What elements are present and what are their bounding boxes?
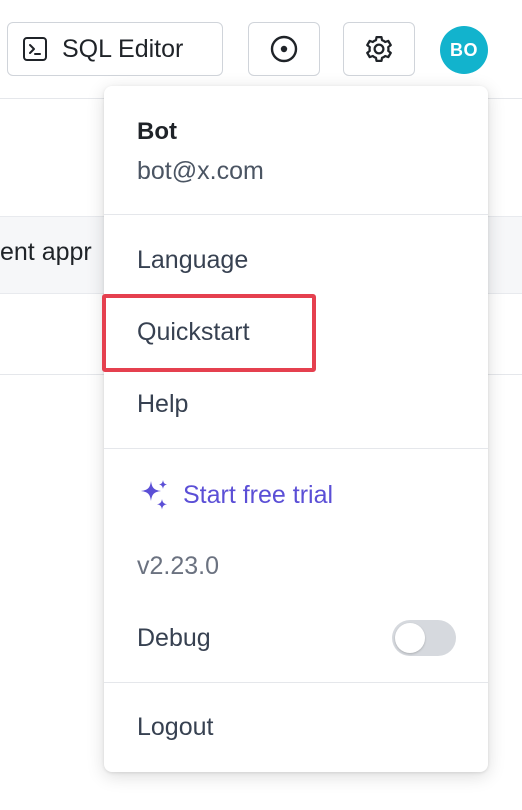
sql-editor-button[interactable]: SQL Editor xyxy=(7,22,223,76)
menu-item-help[interactable]: Help xyxy=(137,390,188,419)
debug-label: Debug xyxy=(137,624,211,652)
user-name: Bot xyxy=(137,118,177,145)
app-version: v2.23.0 xyxy=(137,552,220,580)
menu-item-logout[interactable]: Logout xyxy=(137,713,213,742)
sql-editor-label: SQL Editor xyxy=(62,34,184,63)
user-avatar[interactable]: BO xyxy=(440,26,488,74)
menu-divider xyxy=(104,448,488,449)
start-free-trial-link[interactable]: Start free trial xyxy=(137,478,333,512)
background-row-text: ent appr xyxy=(0,238,92,266)
menu-divider xyxy=(104,682,488,683)
user-email: bot@x.com xyxy=(137,157,264,185)
sparkle-icon xyxy=(137,478,171,512)
debug-toggle[interactable] xyxy=(392,620,456,656)
top-header: SQL Editor BO xyxy=(0,0,522,99)
menu-item-language[interactable]: Language xyxy=(137,246,248,275)
avatar-initials: BO xyxy=(450,39,478,60)
terminal-icon xyxy=(22,36,48,62)
radio-button[interactable] xyxy=(248,22,320,76)
menu-divider xyxy=(104,214,488,215)
settings-button[interactable] xyxy=(343,22,415,76)
start-free-trial-label: Start free trial xyxy=(183,480,334,509)
radio-circle-icon xyxy=(269,34,299,64)
menu-item-quickstart[interactable]: Quickstart xyxy=(137,318,250,347)
user-dropdown-menu: Bot bot@x.com Language Quickstart Help S… xyxy=(104,86,488,772)
debug-toggle-knob xyxy=(395,623,425,653)
gear-icon xyxy=(364,34,394,64)
